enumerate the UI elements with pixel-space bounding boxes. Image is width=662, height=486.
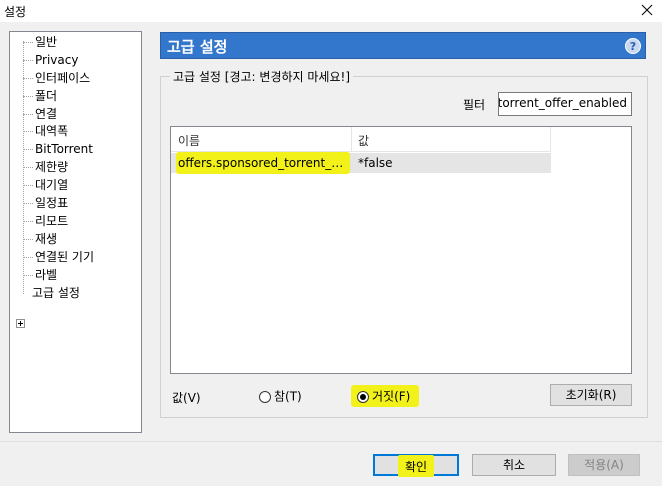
help-icon[interactable]: ?	[625, 38, 641, 54]
settings-tree: 일반 Privacy 인터페이스 폴더 연결 대역폭 BitTorrent 제한…	[9, 31, 142, 433]
sidebar-item-scheduler[interactable]: 일정표	[23, 195, 68, 212]
sidebar-item-folders[interactable]: 폴더	[23, 88, 57, 105]
sidebar-item-transfer-cap[interactable]: 제한량	[23, 159, 68, 176]
sidebar-item-paired-devices[interactable]: 연결된 기기	[23, 249, 94, 266]
sidebar-item-interface[interactable]: 인터페이스	[23, 70, 90, 87]
sidebar-item-privacy[interactable]: Privacy	[23, 52, 78, 69]
cancel-button[interactable]: 취소	[472, 454, 556, 476]
column-divider[interactable]	[351, 127, 352, 151]
sidebar-item-bittorrent[interactable]: BitTorrent	[23, 141, 93, 158]
sidebar-item-connection[interactable]: 연결	[23, 106, 57, 123]
radio-circle	[259, 390, 271, 403]
expand-plus-icon[interactable]	[16, 319, 25, 328]
ok-button-label[interactable]: 확인	[373, 458, 459, 475]
title-bar: 설정	[0, 0, 662, 22]
radio-true[interactable]: 참(T)	[259, 387, 302, 405]
filter-label: 필터	[463, 98, 486, 112]
apply-button[interactable]: 적용(A)	[568, 454, 640, 476]
settings-list[interactable]: 이름 값 offers.sponsored_torrent_offer... *…	[170, 126, 632, 374]
radio-false[interactable]: 거짓(F)	[357, 387, 410, 405]
sidebar-item-bandwidth[interactable]: 대역폭	[23, 123, 68, 140]
column-divider[interactable]	[550, 127, 551, 151]
sidebar-item-queueing[interactable]: 대기열	[23, 177, 68, 194]
groupbox-legend: 고급 설정 [경고: 변경하지 마세요!]	[170, 68, 353, 85]
list-header: 이름 값	[171, 127, 551, 152]
column-header-value[interactable]: 값	[358, 132, 369, 149]
sidebar-item-remote[interactable]: 리모트	[23, 213, 68, 230]
sidebar-item-general[interactable]: 일반	[23, 34, 57, 51]
window-title: 설정	[4, 5, 27, 19]
sidebar-item-advanced[interactable]: 고급 설정	[32, 285, 80, 302]
table-row[interactable]: offers.sponsored_torrent_offer... *false	[171, 152, 551, 174]
filter-input-value: offers.sponsored_torrent_offer_enabled	[498, 96, 627, 110]
cell-name: offers.sponsored_torrent_offer...	[178, 156, 350, 170]
filter-input[interactable]: offers.sponsored_torrent_offer_enabled	[498, 92, 632, 116]
sidebar-item-playback[interactable]: 재생	[23, 231, 57, 248]
value-label: 값(V)	[172, 391, 201, 405]
section-header: 고급 설정 ?	[160, 32, 646, 59]
column-header-name[interactable]: 이름	[178, 132, 200, 149]
close-icon[interactable]	[638, 1, 656, 19]
cell-value: *false	[358, 156, 393, 170]
radio-circle-checked	[357, 390, 369, 403]
reset-button[interactable]: 초기화(R)	[550, 384, 632, 406]
dialog-footer	[0, 441, 662, 486]
section-title: 고급 설정	[167, 38, 228, 56]
sidebar-item-labels[interactable]: 라벨	[23, 267, 57, 284]
